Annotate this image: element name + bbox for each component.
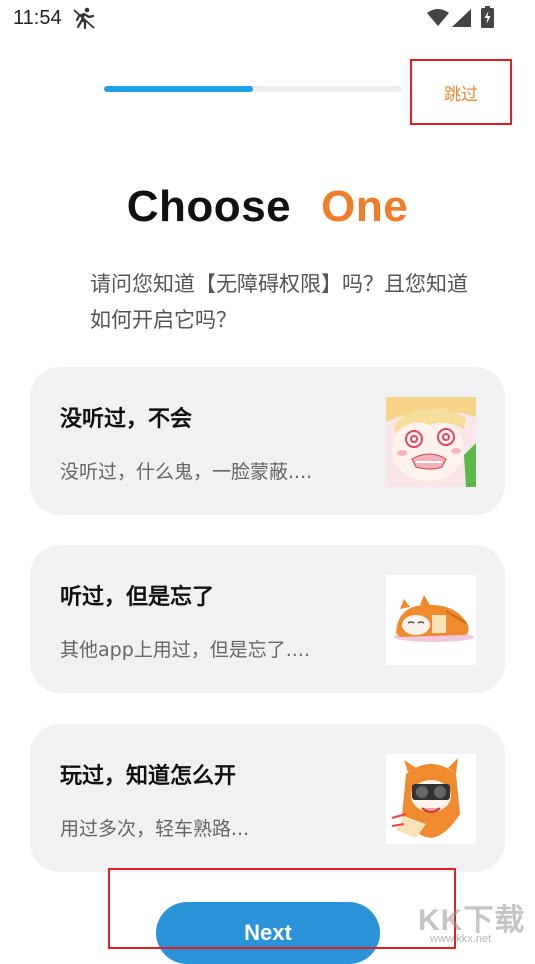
anime-girl-confused-icon bbox=[386, 397, 476, 487]
title-word-one: One bbox=[321, 182, 409, 231]
battery-charging-icon bbox=[481, 6, 494, 28]
page-title: Choose One bbox=[0, 182, 535, 232]
question-text: 请问您知道【无障碍权限】吗？且您知道如何开启它吗？ bbox=[90, 272, 468, 332]
onboarding-progress-bar bbox=[104, 86, 402, 92]
option-description: 其他app上用过，但是忘了.... bbox=[60, 639, 310, 661]
watermark-logo: KK下载 www.kkx.net bbox=[418, 895, 535, 951]
option-title: 听过，但是忘了 bbox=[60, 585, 215, 610]
option-title: 玩过，知道怎么开 bbox=[60, 764, 237, 789]
option-description: 没听过，什么鬼，一脸蒙蔽.... bbox=[60, 461, 313, 483]
option-card-forgot[interactable]: 听过，但是忘了 其他app上用过，但是忘了.... bbox=[30, 545, 505, 693]
option-description: 用过多次，轻车熟路... bbox=[60, 818, 250, 840]
wifi-icon bbox=[427, 9, 449, 26]
title-word-choose: Choose bbox=[126, 182, 292, 231]
anime-girl-sleeping-icon bbox=[386, 575, 476, 665]
running-icon bbox=[73, 7, 95, 29]
status-time: 11:54 bbox=[13, 7, 62, 29]
option-card-never-heard[interactable]: 没听过，不会 没听过，什么鬼，一脸蒙蔽.... bbox=[30, 367, 505, 515]
option-title: 没听过，不会 bbox=[60, 407, 193, 432]
skip-button[interactable]: 跳过 bbox=[410, 59, 512, 125]
option-card-know-how[interactable]: 玩过，知道怎么开 用过多次，轻车熟路... bbox=[30, 724, 505, 872]
anime-girl-camera-icon bbox=[386, 754, 476, 844]
watermark-url: www.kkx.net bbox=[430, 933, 492, 945]
signal-icon bbox=[452, 9, 471, 27]
next-button-highlight-box bbox=[108, 868, 456, 949]
progress-fill bbox=[104, 86, 253, 92]
status-bar: 11:54 bbox=[0, 0, 535, 36]
